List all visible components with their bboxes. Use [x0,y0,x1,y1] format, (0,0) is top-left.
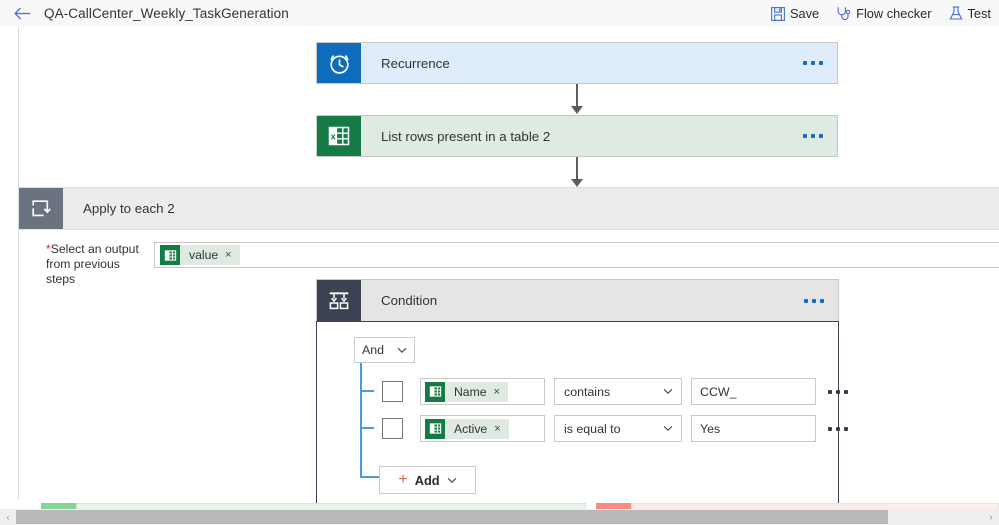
add-condition-label: Add [414,472,440,488]
token-value-label: value [189,248,219,262]
trigger-title: Recurrence [381,55,450,71]
condition-operator-select[interactable]: contains [554,378,682,405]
scrollbar-thumb[interactable] [16,510,888,524]
condition-row: Name × contains CCW_ [382,378,848,405]
stethoscope-icon [837,7,851,21]
condition-header-body: Condition [361,280,838,321]
condition-title: Condition [381,293,438,308]
apply-to-each-title: Apply to each 2 [83,201,175,216]
add-condition-button[interactable]: + Add [379,466,476,494]
trigger-menu-button[interactable] [803,61,823,65]
chevron-down-icon [447,477,456,483]
condition-row-checkbox[interactable] [382,418,403,439]
condition-operator-value: is equal to [564,421,621,436]
flow-checker-button[interactable]: Flow checker [836,6,932,21]
chevron-down-icon [663,388,673,394]
condition-card: Condition And Name × contains CCW_ Activ… [316,279,848,522]
condition-row-menu-button[interactable] [828,426,848,431]
condition-operator-select[interactable]: is equal to [554,415,682,442]
svg-text:x: x [331,131,336,141]
token-name-label: Name [454,384,487,399]
scroll-right-button[interactable]: › [983,509,999,525]
excel-icon [160,245,180,265]
excel-icon [425,418,445,439]
condition-field-token-box[interactable]: Active × [420,415,545,442]
condition-header[interactable]: Condition [316,279,839,321]
condition-field-token-box[interactable]: Name × [420,378,545,405]
back-button[interactable] [0,0,44,27]
token-active[interactable]: Active × [425,418,509,439]
condition-row: Active × is equal to Yes [382,415,848,442]
token-remove-icon[interactable]: × [494,423,500,435]
condition-group-operator-value: And [362,343,385,357]
action-card-body: List rows present in a table 2 [361,116,837,156]
condition-group-operator-select[interactable]: And [354,337,415,363]
page-title: QA-CallCenter_Weekly_TaskGeneration [44,6,289,21]
test-button[interactable]: Test [949,6,991,21]
token-remove-icon[interactable]: × [494,386,500,398]
apply-to-each-header[interactable]: Apply to each 2 [19,188,999,230]
action-card-list-rows[interactable]: x List rows present in a table 2 [316,115,838,157]
condition-value-input[interactable]: CCW_ [691,378,816,405]
loop-icon [19,188,63,229]
save-button[interactable]: Save [771,6,819,21]
command-bar-actions: Save Flow checker Test [771,0,991,27]
excel-icon [425,381,445,402]
connector-trigger-to-listrows [576,84,578,107]
save-icon [771,6,785,21]
save-label: Save [789,6,820,21]
condition-menu-button[interactable] [804,298,824,303]
condition-operator-value: contains [564,384,611,399]
scroll-left-button[interactable]: ‹ [0,509,16,525]
horizontal-scrollbar[interactable]: ‹ › [0,509,999,525]
chevron-down-icon [663,425,673,431]
select-output-label-line1: Select an output [50,242,139,256]
scope-left-border [18,27,19,370]
token-remove-icon[interactable]: × [225,249,231,261]
list-rows-menu-button[interactable] [803,134,823,138]
test-label: Test [967,6,991,21]
condition-row-checkbox[interactable] [382,381,403,402]
condition-body: And Name × contains CCW_ Active × is equ… [316,321,848,522]
select-output-input[interactable]: value × [154,242,999,268]
token-value[interactable]: value × [160,245,240,265]
flow-canvas: Recurrence x List rows present in a tabl… [0,27,999,522]
connector-listrows-to-apply [576,157,578,180]
flask-icon [949,6,962,20]
condition-icon [317,280,361,321]
scrollbar-track[interactable] [16,509,983,525]
excel-icon: x [317,116,361,156]
select-output-label-line2: from previous steps [46,257,120,286]
chevron-down-icon [397,347,407,353]
condition-row-menu-button[interactable] [828,389,848,394]
connector-arrow-1 [571,106,583,114]
flow-checker-label: Flow checker [856,6,932,21]
token-name[interactable]: Name × [425,381,508,402]
command-bar: QA-CallCenter_Weekly_TaskGeneration Save… [0,0,999,27]
condition-value-input[interactable]: Yes [691,415,816,442]
action-title-list-rows: List rows present in a table 2 [381,128,551,144]
arrow-left-icon [13,7,30,20]
connector-arrow-2 [571,179,583,187]
token-active-label: Active [454,421,488,436]
plus-icon: + [398,471,408,488]
trigger-card-recurrence[interactable]: Recurrence [316,42,838,84]
alarm-clock-icon [317,43,361,83]
select-output-label: *Select an output from previous steps [19,242,149,287]
trigger-card-body: Recurrence [361,43,837,83]
flow-designer: QA-CallCenter_Weekly_TaskGeneration Save… [0,0,999,525]
